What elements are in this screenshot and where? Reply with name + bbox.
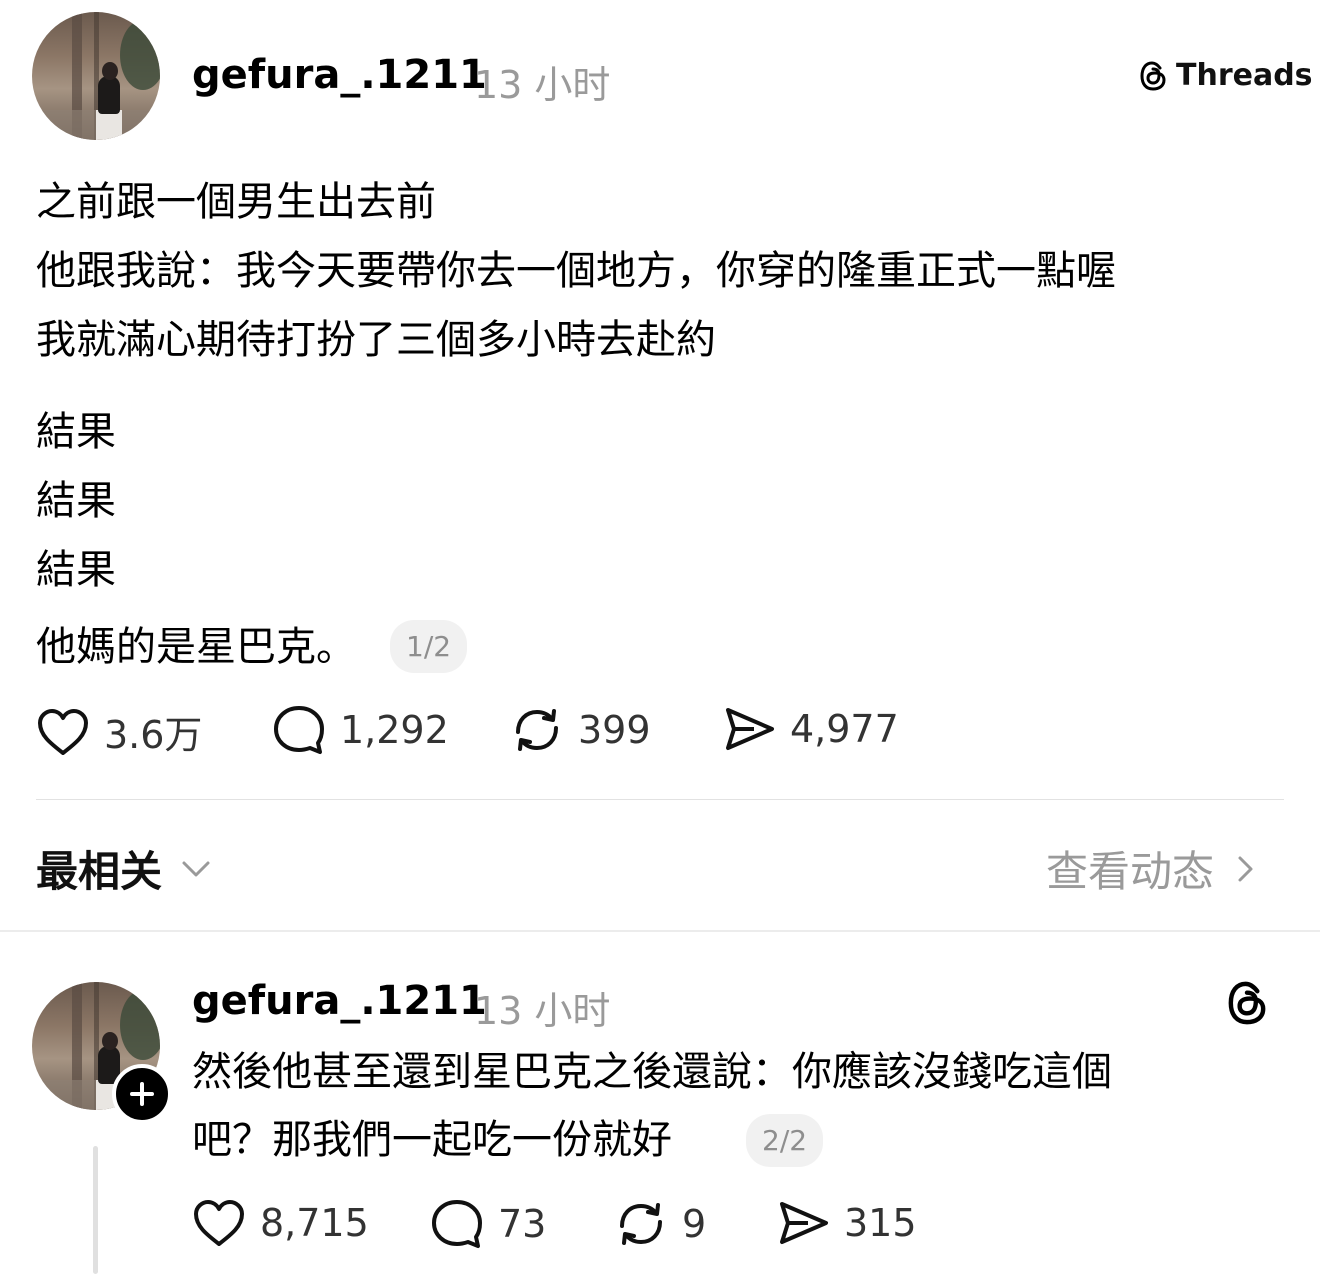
- send-icon: [780, 1202, 828, 1244]
- reply-repost-button[interactable]: 9: [614, 1198, 706, 1250]
- reply-line-2: 吧？那我們一起吃一份就好: [192, 1117, 672, 1163]
- section-divider: [36, 799, 1284, 800]
- post-share-count: 4,977: [790, 707, 899, 751]
- repost-icon: [620, 1203, 662, 1245]
- post-timestamp: 13 小时: [474, 63, 611, 107]
- threads-logo-icon[interactable]: [1224, 978, 1270, 1028]
- reply-comment-button[interactable]: 73: [430, 1198, 546, 1250]
- threads-logo-icon: [1140, 60, 1166, 91]
- send-icon: [726, 708, 774, 750]
- view-activity-label: 查看动态: [1046, 847, 1215, 896]
- follow-button[interactable]: [112, 1064, 172, 1124]
- reply-repost-count: 9: [682, 1202, 707, 1246]
- threads-brand[interactable]: Threads: [1138, 58, 1313, 93]
- post-line-7: 他媽的是星巴克。: [36, 624, 356, 670]
- thread-connector-line: [93, 1146, 98, 1274]
- chevron-down-icon: [182, 861, 210, 876]
- plus-icon: [130, 1082, 154, 1106]
- reply-like-button[interactable]: 8,715: [192, 1198, 369, 1248]
- reply-comment-count: 73: [498, 1202, 547, 1246]
- threads-brand-label: Threads: [1176, 58, 1313, 93]
- reply-pager-badge: 2/2: [746, 1114, 824, 1167]
- post-repost-button[interactable]: 399: [510, 704, 651, 756]
- reply-section-divider: [0, 930, 1320, 932]
- reply-share-button[interactable]: 315: [776, 1198, 917, 1248]
- sort-label: 最相关: [36, 847, 163, 896]
- post-comment-count: 1,292: [340, 708, 449, 752]
- post-like-count: 3.6万: [104, 713, 203, 757]
- reply-timestamp: 13 小时: [474, 989, 611, 1033]
- view-activity-link[interactable]: 查看动态: [1046, 838, 1258, 899]
- post-comment-button[interactable]: 1,292: [272, 704, 449, 756]
- comment-bubble-icon: [274, 706, 324, 754]
- post-username[interactable]: gefura_.1211: [192, 52, 487, 98]
- post-line-3: 我就滿心期待打扮了三個多小時去赴約: [36, 317, 716, 363]
- heart-icon: [38, 708, 88, 755]
- repost-icon: [516, 709, 558, 751]
- reply-like-count: 8,715: [260, 1201, 369, 1245]
- post-repost-count: 399: [578, 708, 651, 752]
- comment-bubble-icon: [432, 1200, 482, 1248]
- post-line-5: 結果: [36, 478, 116, 524]
- post-line-1: 之前跟一個男生出去前: [36, 179, 436, 225]
- reply-share-count: 315: [844, 1201, 917, 1245]
- reply-line-1: 然後他甚至還到星巴克之後還說：你應該沒錢吃這個: [192, 1049, 1112, 1095]
- post-line-6: 結果: [36, 547, 116, 593]
- post-line-4: 結果: [36, 409, 116, 455]
- post-share-button[interactable]: 4,977: [722, 704, 899, 754]
- post-pager-badge: 1/2: [390, 620, 468, 673]
- chevron-right-icon: [1238, 856, 1253, 881]
- sort-dropdown[interactable]: 最相关: [36, 838, 214, 899]
- heart-icon: [194, 1200, 244, 1246]
- reply-username[interactable]: gefura_.1211: [192, 978, 487, 1024]
- post-like-button[interactable]: 3.6万: [36, 704, 202, 759]
- post-avatar[interactable]: [32, 12, 160, 140]
- post-line-2: 他跟我說：我今天要帶你去一個地方，你穿的隆重正式一點喔: [36, 248, 1116, 294]
